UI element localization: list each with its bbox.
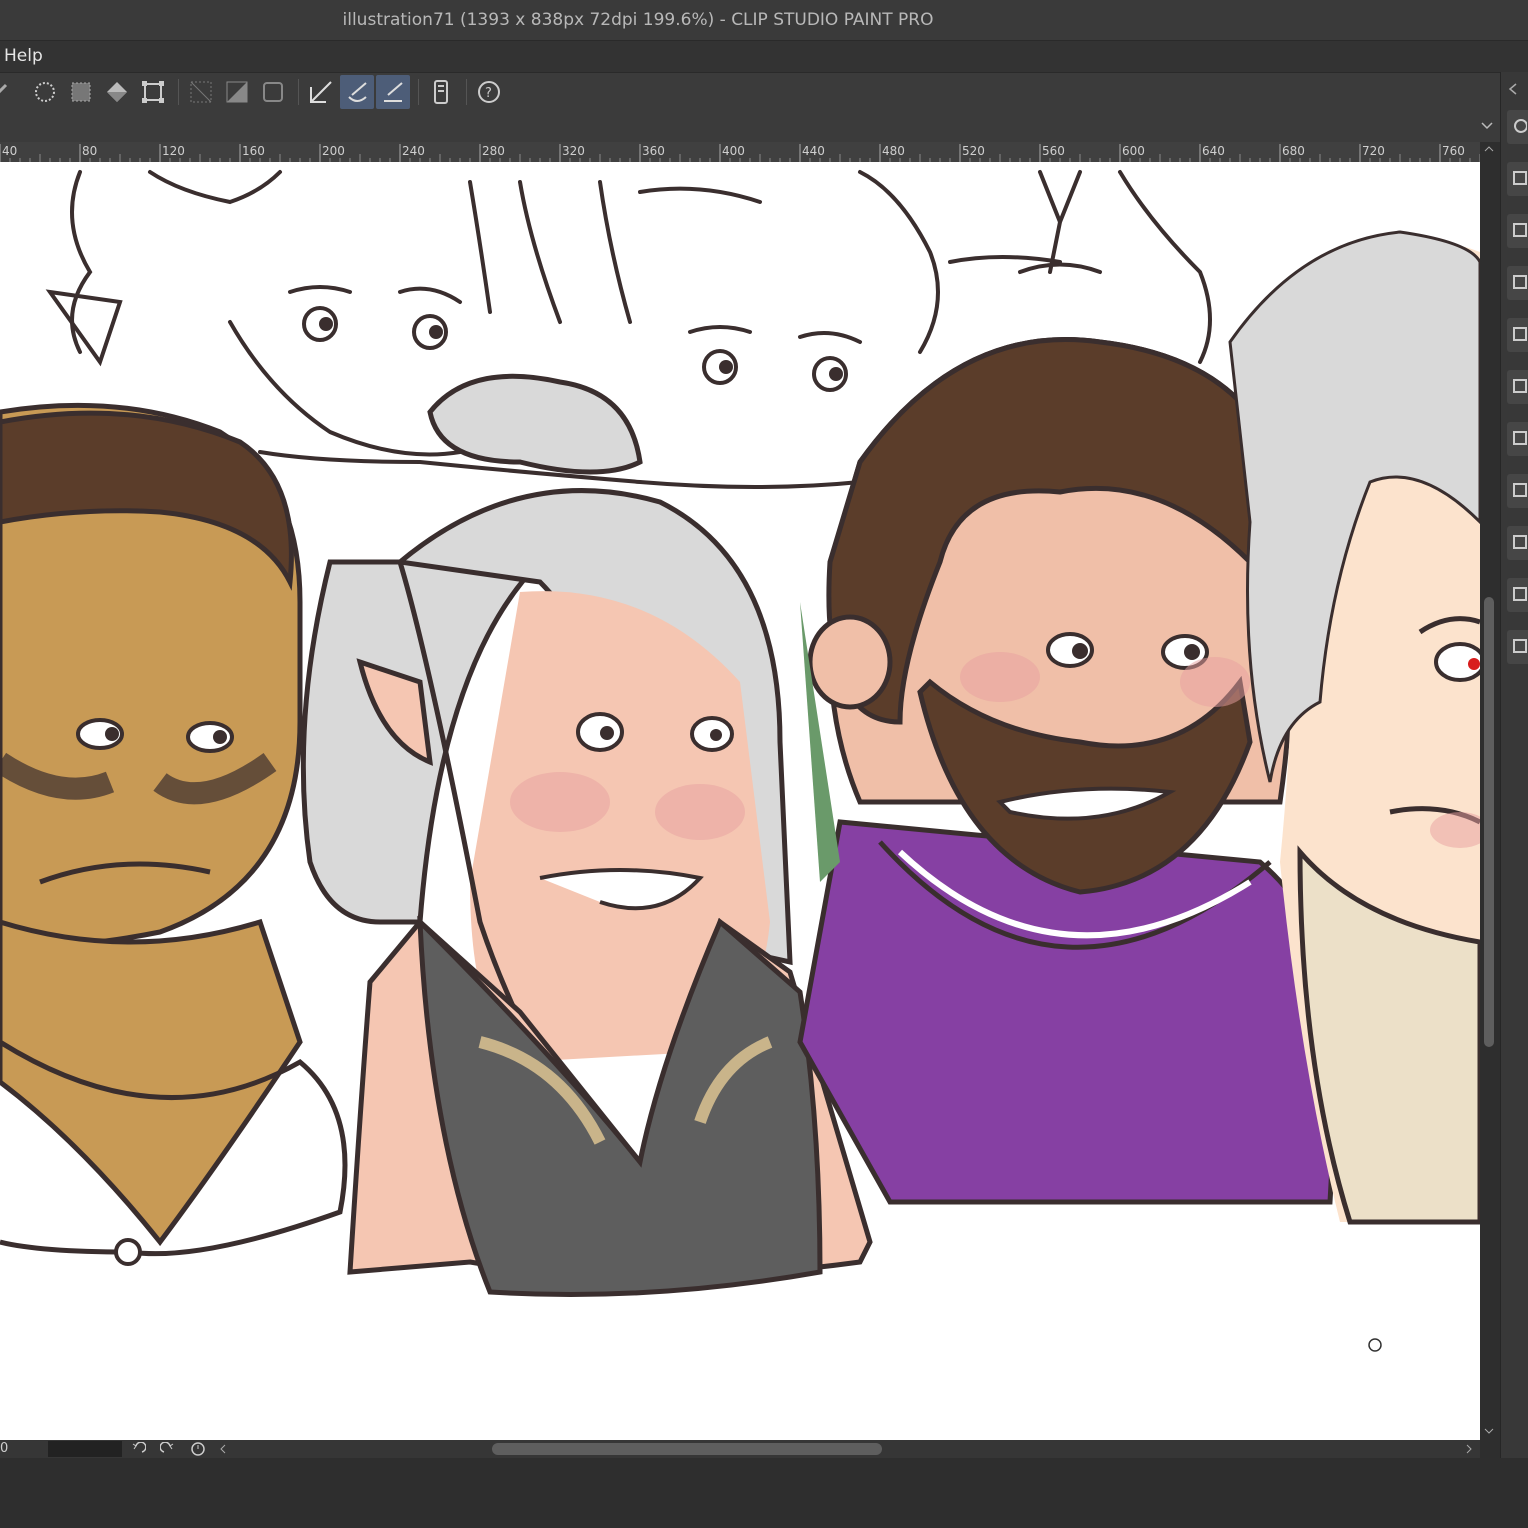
panel-tab-6[interactable]	[1507, 422, 1528, 456]
panel-tab-3[interactable]	[1507, 266, 1528, 300]
menu-help[interactable]: Help	[4, 41, 43, 71]
panel-tab-7[interactable]	[1507, 474, 1528, 508]
navigator-tab[interactable]	[1507, 110, 1528, 144]
deselect-icon[interactable]	[64, 75, 98, 109]
chevron-down-icon[interactable]	[1480, 120, 1494, 132]
window-title: illustration71 (1393 x 838px 72dpi 199.6…	[342, 10, 934, 30]
snap-to-ruler-icon[interactable]	[304, 75, 338, 109]
snap-to-special-ruler-icon[interactable]	[340, 75, 374, 109]
scroll-down-icon[interactable]	[1483, 1426, 1495, 1436]
ruler-label: 600	[1122, 144, 1145, 158]
smartphone-icon[interactable]	[424, 75, 458, 109]
ruler-label: 40	[2, 144, 17, 158]
panel-tab-8[interactable]	[1507, 526, 1528, 560]
partial-arrow-icon[interactable]	[0, 75, 16, 109]
ruler-label: 320	[562, 144, 585, 158]
ruler-label: 720	[1362, 144, 1385, 158]
zoom-slider[interactable]	[48, 1441, 122, 1457]
invert-selection-icon[interactable]	[220, 75, 254, 109]
vertical-scroll-thumb[interactable]	[1484, 597, 1494, 1047]
reset-rotation-icon[interactable]	[190, 1442, 206, 1456]
horizontal-scroll-thumb[interactable]	[492, 1443, 882, 1455]
title-bar: illustration71 (1393 x 838px 72dpi 199.6…	[0, 0, 1528, 40]
ruler-label: 400	[722, 144, 745, 158]
panel-tab-1[interactable]	[1507, 162, 1528, 196]
selection-border-icon[interactable]	[256, 75, 290, 109]
scroll-right-icon[interactable]	[1464, 1443, 1474, 1455]
snap-to-grid-icon[interactable]	[376, 75, 410, 109]
ruler-label: 640	[1202, 144, 1225, 158]
canvas-status-bar: 0	[0, 1440, 1480, 1458]
ruler-label: 120	[162, 144, 185, 158]
ruler-label: 240	[402, 144, 425, 158]
workspace-background	[0, 1458, 1528, 1528]
illustration-artwork	[0, 170, 1480, 1352]
dock-bar	[0, 110, 1500, 142]
panel-tab-5[interactable]	[1507, 370, 1528, 404]
ruler-label: 200	[322, 144, 345, 158]
scroll-up-icon[interactable]	[1483, 144, 1495, 154]
ruler-label: 520	[962, 144, 985, 158]
zoom-value[interactable]: 0	[0, 1440, 8, 1458]
rotate-left-icon[interactable]	[130, 1442, 146, 1456]
command-bar: ?	[0, 72, 1500, 112]
ruler-label: 480	[882, 144, 905, 158]
ruler-label: 760	[1442, 144, 1465, 158]
panel-tab-2[interactable]	[1507, 214, 1528, 248]
select-all-icon[interactable]	[28, 75, 62, 109]
ruler-label: 80	[82, 144, 97, 158]
vertical-scrollbar[interactable]	[1480, 142, 1498, 1440]
scroll-left-icon[interactable]	[218, 1443, 228, 1455]
fill-icon[interactable]	[100, 75, 134, 109]
right-dock-panel	[1500, 72, 1528, 1458]
collapse-panel-icon[interactable]	[1507, 82, 1519, 96]
ruler-label: 360	[642, 144, 665, 158]
horizontal-ruler: 40 80 120 160 200 240 280 320 360 400 440 480 520 560…	[0, 142, 1480, 163]
panel-tab-10[interactable]	[1507, 630, 1528, 664]
panel-tab-9[interactable]	[1507, 578, 1528, 612]
transform-icon[interactable]	[136, 75, 170, 109]
svg-text:?: ?	[485, 86, 492, 101]
menu-bar: Help	[0, 40, 1528, 73]
canvas[interactable]	[0, 162, 1480, 1440]
ruler-label: 560	[1042, 144, 1065, 158]
panel-tab-4[interactable]	[1507, 318, 1528, 352]
hide-selection-icon[interactable]	[184, 75, 218, 109]
ruler-label: 160	[242, 144, 265, 158]
help-icon[interactable]: ?	[472, 75, 506, 109]
rotate-right-icon[interactable]	[160, 1442, 176, 1456]
ruler-label: 280	[482, 144, 505, 158]
ruler-label: 440	[802, 144, 825, 158]
ruler-label: 680	[1282, 144, 1305, 158]
